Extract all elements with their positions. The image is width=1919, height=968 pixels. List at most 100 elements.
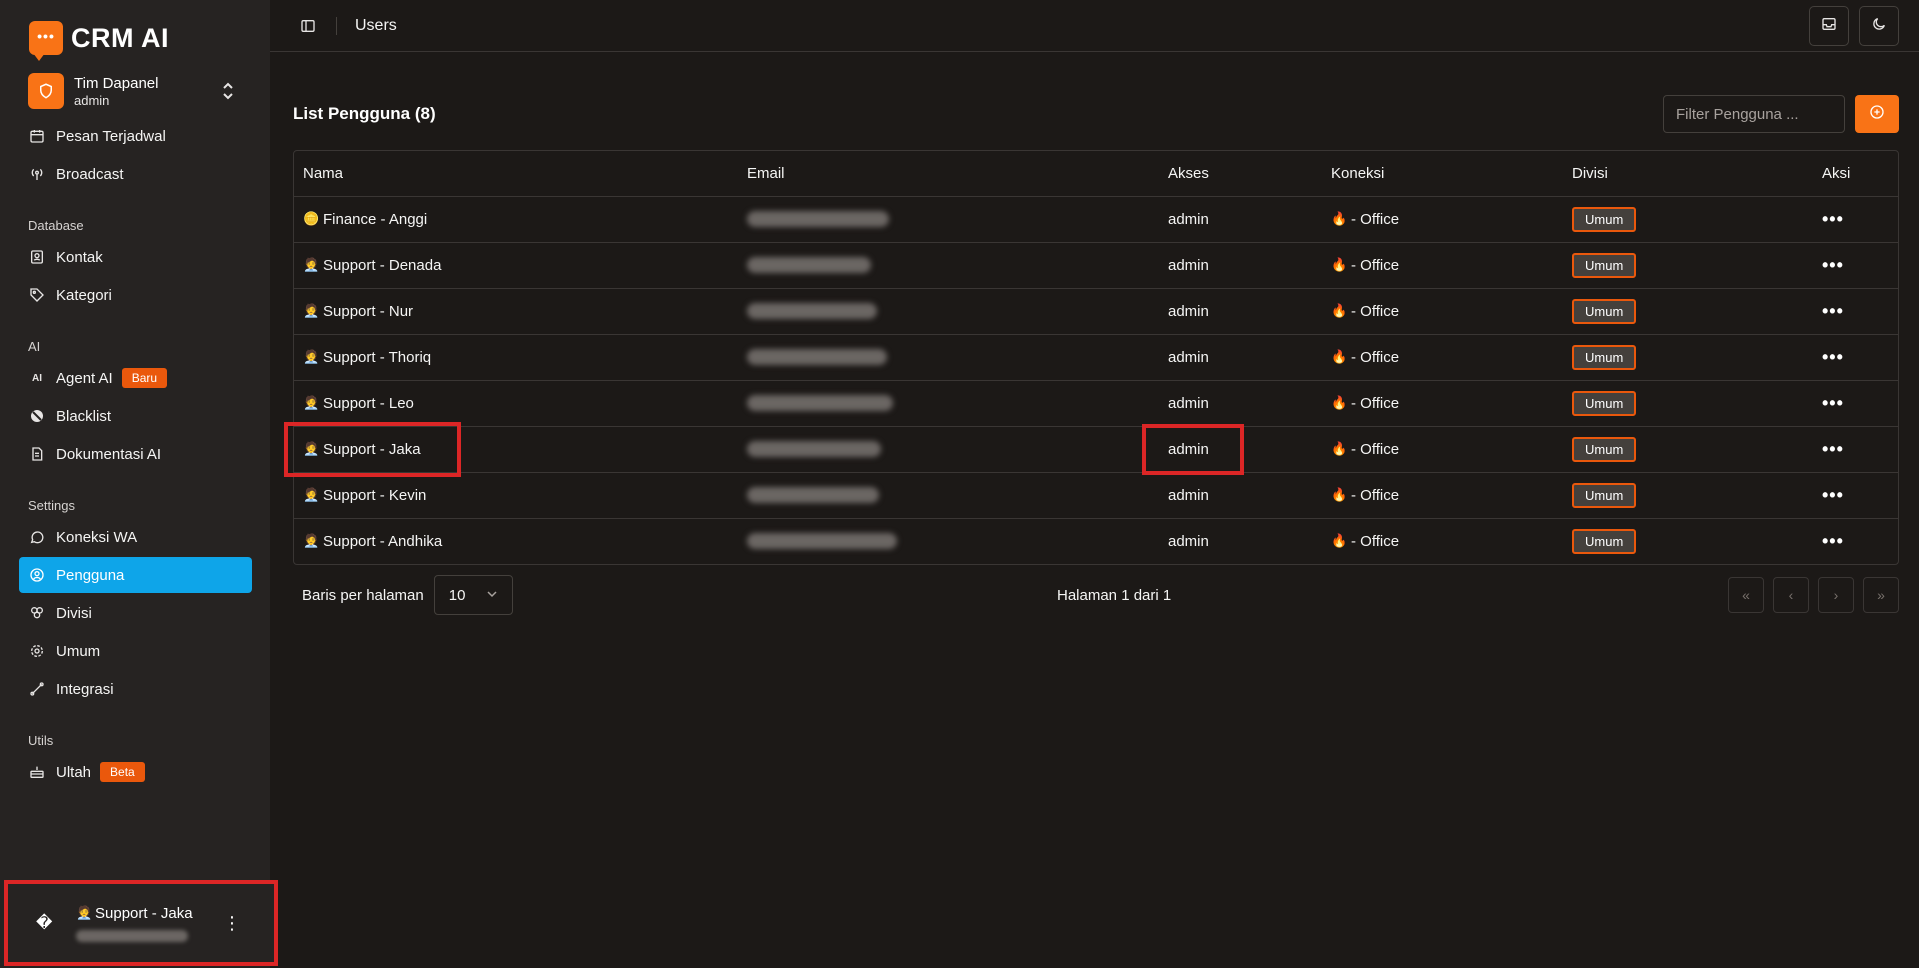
- more-actions-icon[interactable]: •••: [1822, 393, 1844, 413]
- users-table: Nama Email Akses Koneksi Divisi Aksi 🪙 Fi…: [284, 150, 1899, 565]
- col-header-koneksi[interactable]: Koneksi: [1322, 151, 1563, 197]
- divisi-badge: Umum: [1572, 528, 1637, 554]
- table-row[interactable]: 🧑‍💼 Support - Thoriq admin 🔥 - Office Umum…: [294, 334, 1898, 381]
- table-row[interactable]: 🧑‍💼 Support - Leo admin 🔥 - Office Umum ••…: [294, 380, 1898, 427]
- rows-per-page-select[interactable]: 10: [433, 575, 513, 615]
- broadcast-icon: [29, 166, 45, 182]
- table-row[interactable]: 🧑‍💼 Support - Nur admin 🔥 - Office Umum ••…: [294, 288, 1898, 335]
- col-header-nama[interactable]: Nama: [294, 151, 738, 197]
- more-actions-icon[interactable]: •••: [1822, 531, 1844, 551]
- sidebar-item-kontak[interactable]: Kontak: [19, 239, 252, 275]
- moon-icon: [1871, 16, 1887, 37]
- contact-icon: [29, 249, 45, 265]
- more-actions-icon[interactable]: •••: [1822, 347, 1844, 367]
- prev-page-button[interactable]: ‹: [1773, 577, 1809, 613]
- user-emoji-icon: 🪙: [303, 211, 320, 226]
- chat-logo-icon: •••: [29, 21, 63, 61]
- email-blurred: [747, 349, 887, 365]
- calendar-clock-icon: [29, 128, 45, 144]
- new-badge: Baru: [121, 368, 168, 388]
- sidebar-item-blacklist[interactable]: Blacklist: [19, 398, 252, 434]
- user-akses: admin: [1168, 532, 1209, 550]
- divisi-badge: Umum: [1572, 298, 1637, 324]
- chevrons-up-down-icon[interactable]: [218, 79, 238, 103]
- more-actions-icon[interactable]: •••: [1822, 439, 1844, 459]
- table-row[interactable]: 🧑‍💼 Support - Jaka admin 🔥 - Office Umum •…: [294, 426, 1898, 473]
- page-title: Users: [355, 16, 397, 34]
- sidebar-item-label: Pengguna: [56, 566, 125, 584]
- user-akses: admin: [1159, 334, 1322, 381]
- current-user-email-blurred: [76, 929, 188, 942]
- col-header-divisi[interactable]: Divisi: [1563, 151, 1813, 197]
- sidebar-item-pengguna[interactable]: Pengguna: [19, 557, 252, 593]
- email-blurred: [747, 441, 881, 457]
- sidebar-item-divisi[interactable]: Divisi: [19, 595, 252, 631]
- table-row[interactable]: 🪙 Finance - Anggi admin 🔥 - Office Umum ••…: [294, 196, 1898, 243]
- more-actions-icon[interactable]: •••: [1822, 209, 1844, 229]
- user-name: Support - Denada: [323, 256, 442, 274]
- table-header-row: Nama Email Akses Koneksi Divisi Aksi: [294, 151, 1898, 197]
- table-row[interactable]: 🧑‍💼 Support - Andhika admin 🔥 - Office Umu…: [294, 518, 1898, 564]
- tag-icon: [29, 287, 45, 303]
- table-row[interactable]: 🧑‍💼 Support - Kevin admin 🔥 - Office Umum …: [294, 472, 1898, 519]
- col-header-akses[interactable]: Akses: [1159, 151, 1322, 197]
- add-user-button[interactable]: [1855, 95, 1899, 133]
- user-emoji-icon: 🧑‍💼: [76, 905, 93, 920]
- more-actions-icon[interactable]: •••: [1822, 301, 1844, 321]
- next-page-button[interactable]: ›: [1818, 577, 1854, 613]
- sidebar-item-umum[interactable]: Umum: [19, 633, 252, 669]
- gear-icon: [29, 643, 45, 659]
- user-koneksi: - Office: [1351, 532, 1400, 550]
- sidebar-item-agent-ai[interactable]: AI Agent AI Baru: [19, 360, 252, 396]
- email-blurred: [747, 257, 871, 273]
- divider: [336, 16, 337, 35]
- current-user-card[interactable]: � 🧑‍💼 Support - Jaka ⋮: [4, 880, 278, 966]
- divisi-badge: Umum: [1572, 206, 1637, 232]
- list-title: List Pengguna (8): [293, 104, 436, 123]
- brand[interactable]: ••• CRM AI: [29, 18, 252, 61]
- last-page-button[interactable]: »: [1863, 577, 1899, 613]
- user-emoji-icon: 🧑‍💼: [303, 257, 320, 272]
- theme-toggle-button[interactable]: [1859, 6, 1899, 46]
- sidebar-item-label: Kontak: [56, 248, 103, 266]
- divisi-badge: Umum: [1572, 390, 1637, 416]
- filter-users-input[interactable]: [1663, 95, 1845, 133]
- sidebar-item-dokumentasi-ai[interactable]: Dokumentasi AI: [19, 436, 252, 472]
- more-actions-icon[interactable]: •••: [1822, 485, 1844, 505]
- inbox-icon: [1821, 16, 1837, 37]
- ai-icon: AI: [32, 372, 42, 384]
- inbox-button[interactable]: [1809, 6, 1849, 46]
- user-akses: admin: [1159, 288, 1322, 335]
- rows-per-page-label: Baris per halaman: [302, 586, 424, 604]
- sidebar-item-koneksi-wa[interactable]: Koneksi WA: [19, 519, 252, 555]
- sidebar-item-integrasi[interactable]: Integrasi: [19, 671, 252, 707]
- user-koneksi: - Office: [1351, 394, 1400, 412]
- first-page-button[interactable]: «: [1728, 577, 1764, 613]
- divisi-badge: Umum: [1572, 436, 1637, 462]
- more-actions-icon[interactable]: •••: [1822, 255, 1844, 275]
- sidebar-toggle-icon[interactable]: [298, 16, 318, 36]
- fire-icon: 🔥: [1331, 441, 1348, 456]
- fire-icon: 🔥: [1331, 487, 1348, 502]
- fire-icon: 🔥: [1331, 257, 1348, 272]
- table-row[interactable]: 🧑‍💼 Support - Denada admin 🔥 - Office Umum…: [294, 242, 1898, 289]
- section-settings: Settings: [28, 498, 75, 513]
- email-blurred: [747, 395, 893, 411]
- shield-icon: [28, 73, 64, 109]
- more-vertical-icon[interactable]: ⋮: [222, 913, 242, 934]
- sidebar-item-ultah[interactable]: Ultah Beta: [19, 754, 252, 790]
- user-koneksi: - Office: [1351, 348, 1400, 366]
- user-akses: admin: [1159, 472, 1322, 519]
- user-koneksi: - Office: [1351, 440, 1400, 458]
- app-root: ••• CRM AI Tim Dapanel admin Pesan Terja…: [0, 0, 1919, 968]
- sidebar-item-pesan-terjadwal[interactable]: Pesan Terjadwal: [19, 118, 252, 154]
- sidebar-item-label: Koneksi WA: [56, 528, 138, 546]
- team-switcher[interactable]: Tim Dapanel admin: [19, 66, 252, 116]
- sidebar-item-kategori[interactable]: Kategori: [19, 277, 252, 313]
- user-circle-icon: [29, 567, 45, 583]
- user-koneksi: - Office: [1351, 210, 1400, 228]
- user-name: Support - Andhika: [323, 532, 443, 550]
- col-header-email[interactable]: Email: [738, 151, 1159, 197]
- sidebar-item-broadcast[interactable]: Broadcast: [19, 156, 252, 192]
- divisi-badge: Umum: [1572, 344, 1637, 370]
